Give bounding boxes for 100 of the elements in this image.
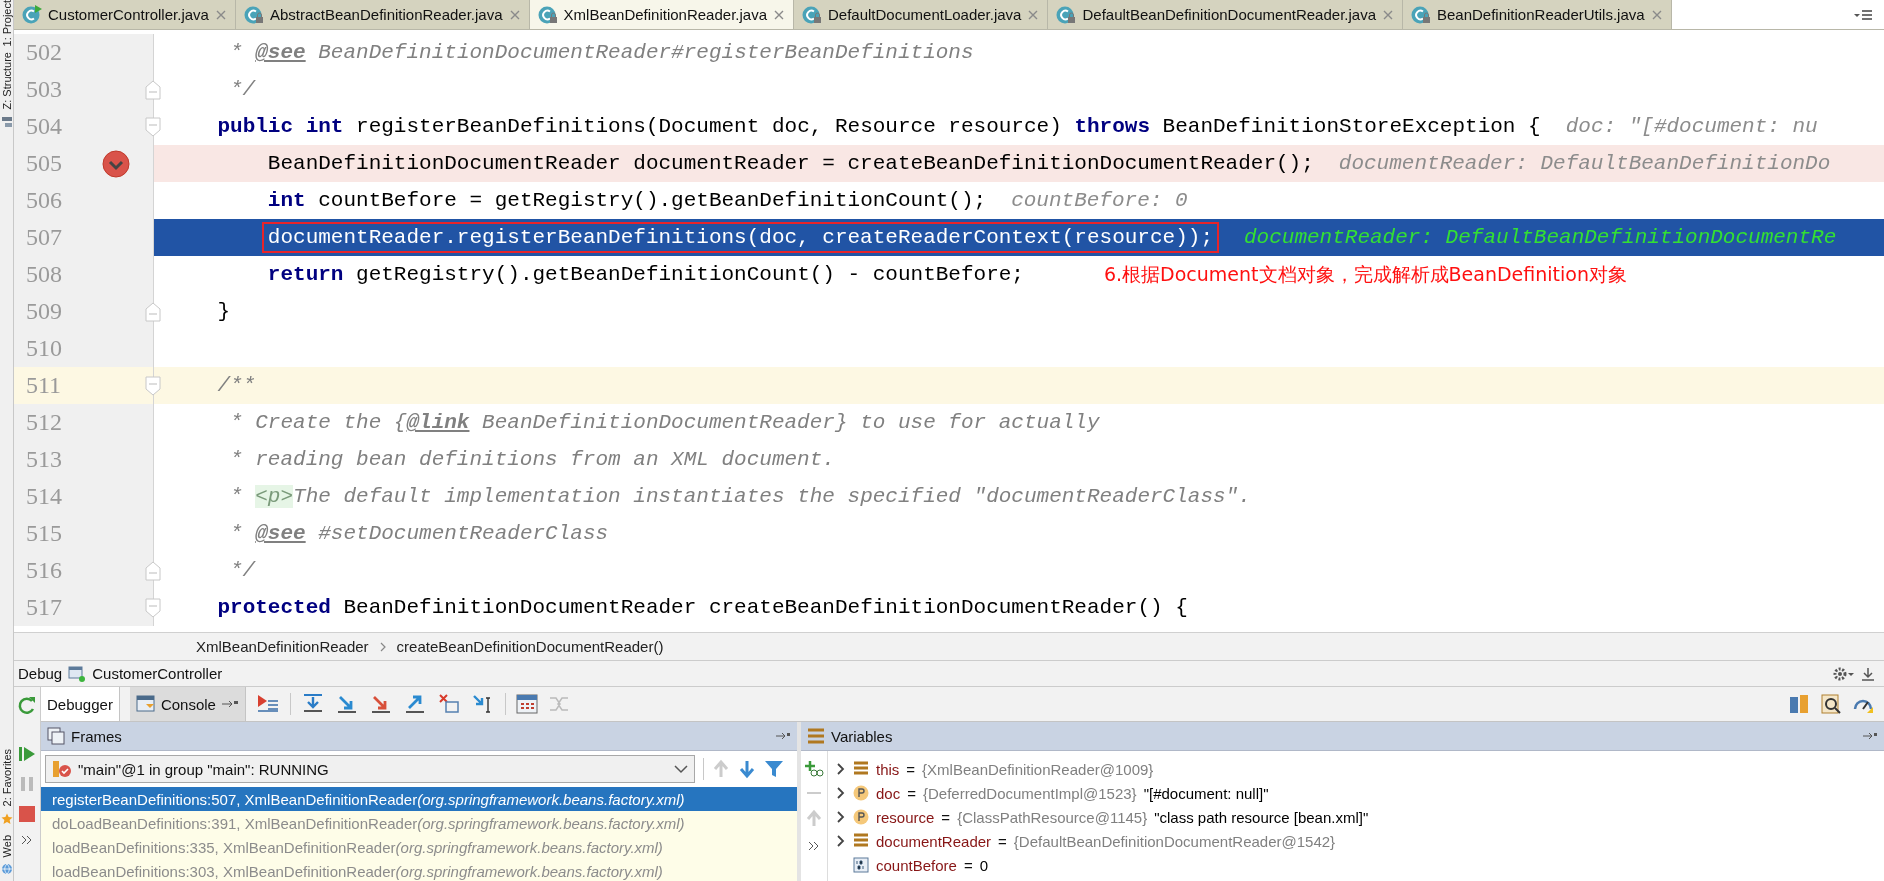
- restore-layout-icon[interactable]: [1788, 693, 1810, 715]
- file-tab[interactable]: BeanDefinitionReaderUtils.java: [1403, 0, 1672, 29]
- arrow-down-icon[interactable]: [738, 759, 756, 779]
- equals-sign: =: [907, 784, 916, 802]
- evaluate-icon[interactable]: [515, 693, 538, 715]
- field-variable-icon: [853, 761, 869, 777]
- class-icon: [243, 4, 264, 25]
- line-number: 505: [25, 150, 63, 177]
- filter-icon[interactable]: [764, 759, 784, 779]
- equals-sign: =: [941, 808, 951, 826]
- fold-marker-icon[interactable]: [145, 376, 161, 396]
- line-number: 514: [25, 483, 63, 510]
- line-number: 517: [25, 594, 63, 621]
- variable-reference: {DeferredDocumentImpl@1523}: [922, 784, 1137, 802]
- chevron-icon: [378, 640, 387, 653]
- run-config-tab[interactable]: CustomerController: [92, 665, 223, 682]
- close-icon[interactable]: [1650, 8, 1663, 21]
- add-watch-icon[interactable]: [804, 759, 824, 777]
- line-number: 508: [25, 261, 63, 288]
- file-tab[interactable]: CustomerController.java: [14, 0, 236, 29]
- debug-tab[interactable]: Console: [129, 687, 246, 721]
- inline-value-hint: documentReader: DefaultBeanDefinitionDocumentRe: [1244, 226, 1837, 249]
- inline-value-hint: doc: "[#document: nu: [1565, 115, 1818, 138]
- primitive-variable-icon: [853, 857, 869, 873]
- close-icon[interactable]: [773, 8, 785, 21]
- line-number: 510: [25, 335, 63, 362]
- tool-window-label[interactable]: 1: Project: [0, 0, 13, 47]
- code-text: documentReader.registerBeanDefinitions(doc, createReaderContext(resource));: [267, 226, 1213, 249]
- file-tab[interactable]: DefaultBeanDefinitionDocumentReader.java: [1048, 0, 1403, 29]
- close-icon[interactable]: [508, 8, 521, 21]
- code-text: */: [230, 78, 256, 101]
- variable-reference: {XmlBeanDefinitionReader@1009}: [922, 760, 1154, 778]
- resume-icon[interactable]: [18, 745, 36, 763]
- class-icon: [1056, 4, 1077, 25]
- close-icon[interactable]: [1382, 8, 1394, 21]
- breadcrumb-item[interactable]: createBeanDefinitionDocumentReader(): [396, 638, 664, 655]
- pin-icon[interactable]: [1862, 731, 1878, 741]
- drop-frame-icon[interactable]: [436, 692, 461, 716]
- file-tab[interactable]: DefaultDocumentLoader.java: [794, 0, 1049, 29]
- field-variable-icon: [853, 833, 869, 849]
- view-breakpoints-icon[interactable]: [1820, 693, 1842, 715]
- file-tab[interactable]: AbstractBeanDefinitionReader.java: [235, 0, 530, 29]
- line-number: 502: [25, 39, 63, 66]
- globe-icon: [0, 863, 13, 875]
- line-number: 511: [25, 372, 63, 399]
- code-text: * reading bean definitions from an XML document.: [230, 448, 835, 471]
- line-number: 509: [25, 298, 63, 325]
- line-number: 503: [25, 76, 63, 103]
- param-variable-icon: [853, 785, 869, 801]
- variables-icon: [807, 728, 825, 744]
- debug-config-icon: [68, 665, 87, 682]
- line-number: 515: [25, 520, 63, 547]
- variable-value: 0: [979, 856, 988, 874]
- fold-marker-icon[interactable]: [145, 302, 161, 322]
- file-tab[interactable]: XmlBeanDefinitionReader.java: [529, 0, 794, 29]
- tool-window-label[interactable]: 2: Favorites: [0, 749, 13, 807]
- breadcrumb-item[interactable]: XmlBeanDefinitionReader: [196, 638, 369, 655]
- more-icon[interactable]: [21, 835, 33, 845]
- breakpoint-icon[interactable]: [102, 150, 130, 178]
- variable-reference: {DefaultBeanDefinitionDocumentReader@1542}: [1013, 832, 1336, 850]
- stack-frame[interactable]: registerBeanDefinitions:507, XmlBeanDefinitionReader(org.springframework.beans.factory.xml): [41, 787, 797, 811]
- variable-name: countBefore: [876, 856, 957, 874]
- more-icon[interactable]: [808, 841, 820, 851]
- variable-name: resource: [876, 808, 935, 826]
- fold-marker-icon[interactable]: [145, 80, 161, 100]
- hide-panel-icon[interactable]: [1860, 665, 1876, 682]
- inline-value-hint: documentReader: DefaultBeanDefinitionDo: [1338, 152, 1831, 175]
- stop-icon[interactable]: [18, 805, 36, 823]
- debug-tab[interactable]: Debugger: [41, 687, 120, 721]
- class-icon: [537, 4, 558, 25]
- fold-marker-icon[interactable]: [145, 598, 161, 618]
- close-icon[interactable]: [214, 8, 227, 21]
- param-variable-icon: [853, 809, 869, 825]
- code-text: * @see #setDocumentReaderClass: [230, 522, 609, 545]
- code-text: return getRegistry().getBeanDefinitionCount() - countBefore;: [267, 263, 1024, 286]
- code-text: protected BeanDefinitionDocumentReader createBeanDefinitionDocumentReader() {: [217, 596, 1188, 619]
- thread-dropdown[interactable]: "main"@1 in group "main": RUNNING: [45, 755, 695, 783]
- fold-marker-icon[interactable]: [145, 117, 161, 137]
- console-icon: [135, 695, 156, 713]
- fold-marker-icon[interactable]: [145, 561, 161, 581]
- settings-icon[interactable]: [1832, 665, 1854, 682]
- tool-window-label[interactable]: Web: [0, 834, 13, 857]
- close-icon[interactable]: [1027, 8, 1040, 21]
- chevron-down-icon: [674, 764, 688, 774]
- pin-icon: [220, 699, 239, 709]
- thread-icon: [52, 759, 72, 779]
- equals-sign: =: [998, 832, 1007, 850]
- code-text: BeanDefinitionDocumentReader documentReader = createBeanDefinitionDocumentReader();: [267, 152, 1314, 175]
- variable-value: "[#document: null]": [1143, 784, 1269, 802]
- structure-icon: [0, 115, 13, 128]
- variable-name: doc: [876, 784, 901, 802]
- line-number: 506: [25, 187, 63, 214]
- code-text: */: [230, 559, 256, 582]
- tool-window-label[interactable]: Z: Structure: [0, 52, 13, 110]
- code-text: * Create the {@link BeanDefinitionDocumentReader} to use for actually: [230, 411, 1100, 434]
- rerun-icon[interactable]: [17, 695, 37, 715]
- frames-icon: [47, 727, 65, 745]
- line-number: 513: [25, 446, 63, 473]
- pin-icon[interactable]: [775, 731, 791, 741]
- line-number: 516: [25, 557, 63, 584]
